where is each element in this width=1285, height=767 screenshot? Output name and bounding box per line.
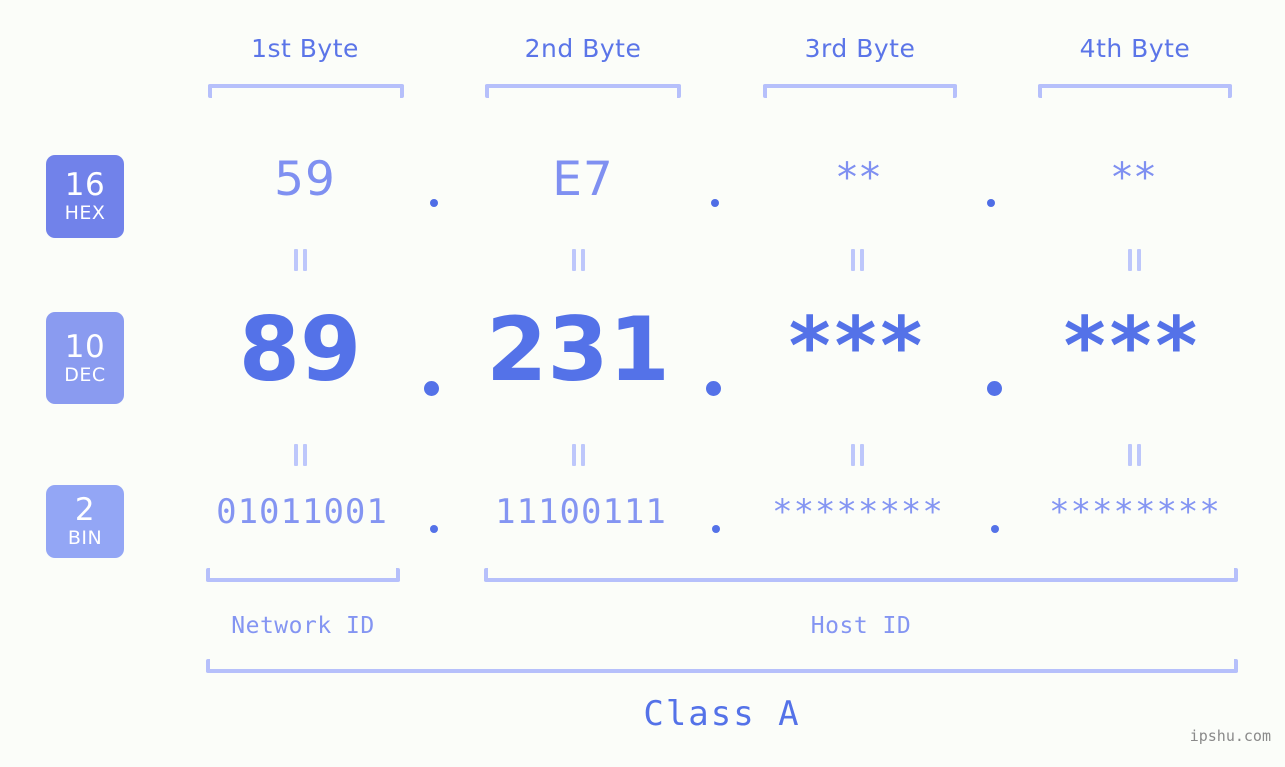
bin-byte-1: 01011001 xyxy=(216,492,388,532)
equals-mark-dec-bin-3 xyxy=(851,444,865,466)
equals-mark-dec-bin-2 xyxy=(572,444,586,466)
dec-separator-1 xyxy=(424,381,439,396)
base-badge-hex-name: HEX xyxy=(64,202,106,224)
network-id-bracket xyxy=(206,568,400,582)
equals-mark-hex-dec-1 xyxy=(294,249,308,271)
site-watermark: ipshu.com xyxy=(1189,727,1271,745)
hex-byte-4: ** xyxy=(1112,155,1158,201)
byte-header-2: 2nd Byte xyxy=(524,34,642,63)
host-id-bracket xyxy=(484,568,1238,582)
base-badge-bin-number: 2 xyxy=(74,492,96,528)
dec-byte-4: *** xyxy=(1063,300,1202,393)
base-badge-dec-number: 10 xyxy=(64,328,106,365)
base-badge-hex-number: 16 xyxy=(64,167,106,203)
bin-separator-3 xyxy=(991,525,999,533)
byte-header-1: 1st Byte xyxy=(251,34,359,63)
byte-header-3: 3rd Byte xyxy=(804,34,916,63)
base-badge-hex: 16 HEX xyxy=(46,155,124,238)
ip-address-breakdown-diagram: 1st Byte 2nd Byte 3rd Byte 4th Byte 16 H… xyxy=(0,0,1285,767)
byte-header-4: 4th Byte xyxy=(1079,34,1191,63)
hex-byte-3: ** xyxy=(837,155,883,201)
equals-mark-dec-bin-4 xyxy=(1128,444,1142,466)
dec-separator-3 xyxy=(987,381,1002,396)
bin-separator-2 xyxy=(712,525,720,533)
class-label: Class A xyxy=(643,694,801,734)
base-badge-dec: 10 DEC xyxy=(46,312,124,404)
equals-mark-hex-dec-3 xyxy=(851,249,865,271)
bin-byte-4: ******** xyxy=(1049,492,1221,532)
dec-byte-2: 231 xyxy=(486,298,670,401)
hex-byte-1: 59 xyxy=(274,152,336,207)
hex-byte-2: E7 xyxy=(552,152,614,207)
class-bracket xyxy=(206,659,1238,673)
bin-separator-1 xyxy=(430,525,438,533)
equals-mark-hex-dec-2 xyxy=(572,249,586,271)
network-id-label: Network ID xyxy=(231,613,375,639)
dec-byte-3: *** xyxy=(788,300,927,393)
base-badge-bin-name: BIN xyxy=(67,527,103,549)
byte-bracket-4 xyxy=(1038,84,1232,98)
byte-bracket-1 xyxy=(208,84,404,98)
host-id-label: Host ID xyxy=(810,613,912,639)
hex-separator-2 xyxy=(711,199,719,207)
hex-separator-3 xyxy=(987,199,995,207)
byte-bracket-3 xyxy=(763,84,957,98)
bin-byte-2: 11100111 xyxy=(495,492,667,532)
base-badge-bin: 2 BIN xyxy=(46,485,124,558)
bin-byte-3: ******** xyxy=(772,492,944,532)
dec-byte-1: 89 xyxy=(238,298,362,401)
base-badge-dec-name: DEC xyxy=(64,363,106,386)
equals-mark-dec-bin-1 xyxy=(294,444,308,466)
byte-bracket-2 xyxy=(485,84,681,98)
hex-separator-1 xyxy=(430,199,438,207)
dec-separator-2 xyxy=(706,381,721,396)
equals-mark-hex-dec-4 xyxy=(1128,249,1142,271)
